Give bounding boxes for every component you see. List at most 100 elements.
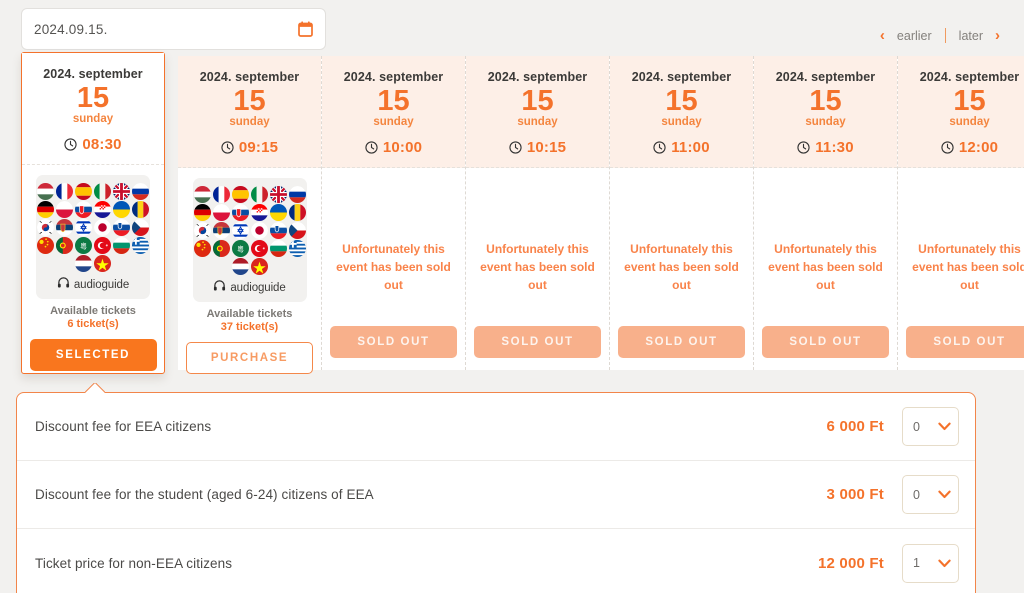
timeslot-time-row: 10:00: [365, 139, 422, 156]
soldout-message: Unfortunately this event has been sold o…: [336, 242, 451, 293]
timeslot-time: 10:15: [526, 139, 567, 157]
timeslot-card[interactable]: 2024. september 15 sunday 10:15 Unfortun…: [466, 56, 610, 370]
price-row-label: Ticket price for non-EEA citizens: [35, 555, 233, 571]
timeslot-month: 2024. september: [487, 70, 588, 84]
price-row: Discount fee for EEA citizens 6 000 Ft 0: [17, 393, 975, 461]
flag-icon-bulgaria: [269, 239, 287, 257]
quantity-value: 0: [913, 419, 920, 434]
timeslot-month: 2024. september: [775, 70, 876, 84]
timeslot-card[interactable]: 2024. september 15 sunday 12:00 Unfortun…: [898, 56, 1024, 370]
flag-icon-vietnam: [94, 254, 111, 272]
flag-icon-spain: [75, 182, 92, 200]
chevron-down-icon[interactable]: [938, 488, 951, 501]
flag-row: [37, 218, 150, 236]
audioguide-label-row: audioguide: [57, 276, 129, 294]
week-navigation: ‹ earlier later ›: [872, 28, 1008, 43]
timeslot-body: 粵 audioguide Available tickets 37 ticket…: [178, 168, 321, 386]
later-button[interactable]: later: [955, 29, 987, 43]
clock-icon: [509, 141, 522, 154]
timeslot-month: 2024. september: [43, 67, 143, 81]
sold-out-button: SOLD OUT: [474, 326, 601, 358]
quantity-select[interactable]: 1: [902, 543, 959, 583]
clock-icon: [221, 141, 234, 154]
flag-icon-portugal: [56, 236, 73, 254]
purchase-button[interactable]: PURCHASE: [186, 342, 313, 375]
price-row-amount: 6 000 Ft: [826, 418, 884, 435]
quantity-select[interactable]: 0: [902, 407, 959, 446]
selected-button[interactable]: SELECTED: [29, 339, 157, 372]
timeslot-time-row: 11:30: [797, 139, 854, 156]
flag-icon-romania: [132, 200, 149, 218]
flag-icon-japan: [94, 218, 111, 236]
timeslot-strip: 2024. september 15 sunday 08:30 粵 audiog…: [0, 52, 1024, 376]
available-tickets-count: 6 ticket(s): [67, 318, 119, 331]
sold-out-button: SOLD OUT: [330, 326, 457, 358]
flag-icon-turkey: [250, 239, 268, 257]
timeslot-weekday: sunday: [229, 116, 270, 129]
available-tickets-label: Available tickets: [206, 308, 293, 321]
pricing-panel: Discount fee for EEA citizens 6 000 Ft 0…: [16, 392, 976, 593]
svg-text:粵: 粵: [80, 241, 87, 250]
timeslot-card[interactable]: 2024. september 15 sunday 09:15 粵 audiog…: [178, 56, 322, 375]
timeslot-time: 09:15: [238, 139, 279, 157]
sold-out-button: SOLD OUT: [906, 326, 1024, 358]
date-input-value: 2024.09.15.: [34, 21, 108, 37]
clock-icon: [941, 141, 954, 154]
timeslot-time-row: 10:15: [509, 139, 566, 156]
flag-icon-slovenia: [113, 218, 130, 236]
timeslot-header: 2024. september 15 sunday 11:30: [754, 56, 897, 169]
flag-icon-slovakia: [75, 200, 92, 218]
action-button-label: SELECTED: [55, 349, 131, 362]
flag-icon-croatia: [250, 203, 268, 221]
flag-icon-czechia: [288, 221, 306, 239]
timeslot-day: 15: [953, 85, 986, 117]
price-row-amount: 12 000 Ft: [817, 554, 884, 572]
timeslot-card[interactable]: 2024. september 15 sunday 11:30 Unfortun…: [754, 56, 898, 370]
date-input[interactable]: 2024.09.15.: [21, 8, 326, 50]
timeslot-header: 2024. september 15 sunday 08:30: [22, 53, 164, 166]
chevron-left-icon[interactable]: ‹: [872, 28, 893, 43]
timeslot-time: 10:00: [382, 139, 423, 157]
calendar-icon[interactable]: [298, 21, 313, 37]
clock-icon: [653, 141, 666, 154]
chevron-down-icon[interactable]: [938, 420, 951, 433]
sold-out-button-label: SOLD OUT: [357, 336, 430, 348]
flag-icon-slovakia: [231, 203, 249, 221]
timeslot-time: 08:30: [82, 136, 122, 154]
chevron-down-icon[interactable]: [938, 557, 951, 570]
clock-icon: [365, 141, 378, 154]
quantity-select[interactable]: 0: [902, 475, 959, 514]
timeslot-weekday: sunday: [661, 116, 702, 129]
timeslot-day: 15: [521, 85, 554, 117]
sold-out-button-label: SOLD OUT: [789, 336, 862, 348]
price-row: Discount fee for the student (aged 6-24)…: [17, 461, 975, 529]
flag-icon-israel: [231, 221, 249, 239]
timeslot-card[interactable]: 2024. september 15 sunday 08:30 粵 audiog…: [21, 52, 165, 374]
price-row-label: Discount fee for EEA citizens: [35, 419, 212, 434]
timeslot-day: 15: [377, 85, 410, 117]
timeslot-weekday: sunday: [805, 116, 846, 129]
quantity-value: 0: [913, 487, 920, 502]
toolbar: 2024.09.15. ‹ earlier later ›: [0, 0, 1024, 56]
flag-icon-portugal: [212, 239, 230, 257]
earlier-button[interactable]: earlier: [893, 29, 936, 43]
flag-icon-united-kingdom: [269, 185, 287, 203]
timeslot-card[interactable]: 2024. september 15 sunday 11:00 Unfortun…: [610, 56, 754, 370]
flag-icon-poland: [212, 203, 230, 221]
price-row-label: Discount fee for the student (aged 6-24)…: [35, 487, 374, 502]
flag-icon-china: [37, 236, 54, 254]
available-tickets-label: Available tickets: [50, 305, 136, 318]
flag-icon-united-kingdom: [113, 182, 130, 200]
price-row: Ticket price for non-EEA citizens 12 000…: [17, 529, 975, 593]
flag-icon-hong-kong: 粵: [231, 239, 249, 257]
timeslot-weekday: sunday: [949, 116, 990, 129]
timeslot-time-row: 11:00: [653, 139, 710, 156]
timeslot-day: 15: [809, 85, 842, 117]
timeslot-month: 2024. september: [343, 70, 444, 84]
flag-icon-hong-kong: 粵: [75, 236, 92, 254]
chevron-right-icon[interactable]: ›: [987, 28, 1008, 43]
quantity-value: 1: [913, 556, 920, 570]
flag-icon-germany: [37, 200, 54, 218]
timeslot-card[interactable]: 2024. september 15 sunday 10:00 Unfortun…: [322, 56, 466, 370]
timeslot-body: Unfortunately this event has been sold o…: [898, 168, 1024, 370]
